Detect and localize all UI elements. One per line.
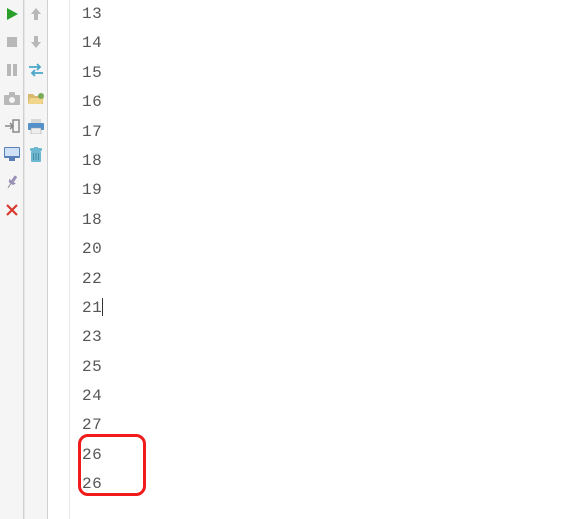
snapshot-button[interactable] xyxy=(2,88,22,108)
output-value: 18 xyxy=(82,211,102,229)
output-line: 23 xyxy=(76,323,577,352)
output-value: 20 xyxy=(82,240,102,258)
open-button[interactable] xyxy=(26,88,46,108)
camera-icon xyxy=(4,92,20,105)
output-line: 14 xyxy=(76,29,577,58)
output-value: 22 xyxy=(82,270,102,288)
output-line: 16 xyxy=(76,88,577,117)
pin-button[interactable] xyxy=(2,172,22,192)
swap-button[interactable] xyxy=(26,60,46,80)
toolbar-column-2 xyxy=(24,0,48,519)
output-line: 13 xyxy=(76,0,577,29)
output-line: 18 xyxy=(76,147,577,176)
output-line: 25 xyxy=(76,353,577,382)
board-button[interactable] xyxy=(2,144,22,164)
output-line: 22 xyxy=(76,265,577,294)
trash-icon xyxy=(29,147,43,162)
board-icon xyxy=(4,147,20,161)
pause-button[interactable] xyxy=(2,60,22,80)
output-value: 23 xyxy=(82,328,102,346)
stop-button[interactable] xyxy=(2,32,22,52)
output-line: 18 xyxy=(76,206,577,235)
text-cursor xyxy=(102,298,103,316)
pin-icon xyxy=(5,175,19,189)
output-value: 21 xyxy=(82,299,102,317)
step-into-icon xyxy=(4,119,20,133)
editor-content[interactable]: 13 14 15 16 17 18 19 18 20 22 21 23 25 24 27 26 26 xyxy=(70,0,577,519)
editor-gutter xyxy=(48,0,70,519)
stop-icon xyxy=(6,36,18,48)
step-in-button[interactable] xyxy=(2,116,22,136)
close-button[interactable] xyxy=(2,200,22,220)
move-down-button[interactable] xyxy=(26,32,46,52)
output-value: 27 xyxy=(82,416,102,434)
output-value: 18 xyxy=(82,152,102,170)
print-icon xyxy=(28,119,44,134)
arrow-up-icon xyxy=(30,7,42,21)
run-button[interactable] xyxy=(2,4,22,24)
output-value: 13 xyxy=(82,5,102,23)
output-line: 21 xyxy=(76,294,577,323)
run-icon xyxy=(5,7,19,21)
output-value: 17 xyxy=(82,123,102,141)
swap-icon xyxy=(28,63,44,77)
output-value: 26 xyxy=(82,446,102,464)
output-line: 24 xyxy=(76,382,577,411)
move-up-button[interactable] xyxy=(26,4,46,24)
output-value: 15 xyxy=(82,64,102,82)
pause-icon xyxy=(6,63,18,77)
output-line: 26 xyxy=(76,441,577,470)
close-icon xyxy=(6,204,18,216)
folder-icon xyxy=(28,92,44,105)
output-value: 19 xyxy=(82,181,102,199)
arrow-down-icon xyxy=(30,35,42,49)
output-value: 26 xyxy=(82,475,102,493)
output-value: 25 xyxy=(82,358,102,376)
output-value: 16 xyxy=(82,93,102,111)
output-value: 24 xyxy=(82,387,102,405)
toolbar-column-1 xyxy=(0,0,24,519)
print-button[interactable] xyxy=(26,116,46,136)
output-value: 14 xyxy=(82,34,102,52)
output-line: 26 xyxy=(76,470,577,499)
delete-button[interactable] xyxy=(26,144,46,164)
output-line: 15 xyxy=(76,59,577,88)
output-line: 19 xyxy=(76,176,577,205)
output-line: 27 xyxy=(76,411,577,440)
output-line: 17 xyxy=(76,118,577,147)
output-line: 20 xyxy=(76,235,577,264)
